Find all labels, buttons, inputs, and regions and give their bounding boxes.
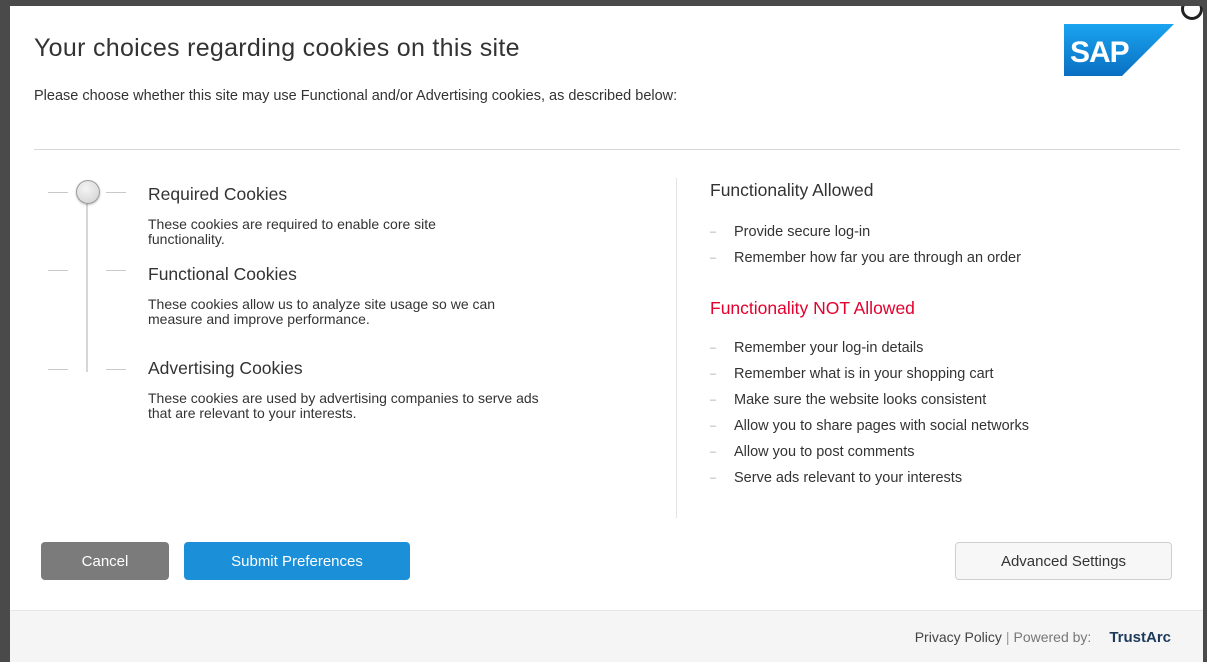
- not-allowed-list: Remember your log-in details Remember wh…: [710, 335, 1029, 491]
- cancel-button[interactable]: Cancel: [41, 542, 169, 580]
- powered-by-label: Powered by:: [1013, 629, 1092, 645]
- slider-tick: [106, 270, 126, 271]
- not-allowed-heading: Functionality NOT Allowed: [710, 298, 915, 318]
- level-title: Functional Cookies: [148, 264, 297, 284]
- list-item: Remember your log-in details: [710, 335, 1029, 361]
- list-item: Allow you to post comments: [710, 439, 1029, 465]
- level-description: These cookies are required to enable cor…: [148, 216, 436, 247]
- list-item: Serve ads relevant to your interests: [710, 465, 1029, 491]
- slider-tick: [106, 192, 126, 193]
- level-title: Advertising Cookies: [148, 358, 303, 378]
- cookie-preferences-dialog: Your choices regarding cookies on this s…: [10, 6, 1203, 662]
- slider-tick: [48, 270, 68, 271]
- slider-track[interactable]: [86, 196, 88, 372]
- level-description: These cookies are used by advertising co…: [148, 390, 539, 421]
- header-divider: [34, 149, 1180, 150]
- level-advertising[interactable]: Advertising Cookies These cookies are us…: [148, 358, 548, 421]
- sap-logo: SAP: [1064, 24, 1174, 76]
- allowed-heading: Functionality Allowed: [710, 180, 874, 200]
- advanced-settings-button[interactable]: Advanced Settings: [955, 542, 1172, 580]
- level-description: These cookies allow us to analyze site u…: [148, 296, 496, 327]
- list-item: Remember what is in your shopping cart: [710, 361, 1029, 387]
- logo-text: SAP: [1070, 36, 1129, 69]
- footer-separator: |: [1005, 629, 1010, 645]
- level-title: Required Cookies: [148, 184, 288, 204]
- footer: Privacy Policy | Powered by: TrustArc: [10, 610, 1203, 662]
- submit-preferences-button[interactable]: Submit Preferences: [184, 542, 410, 580]
- slider-tick: [48, 369, 68, 370]
- column-divider: [676, 178, 677, 518]
- not-allowed-section: Functionality NOT Allowed Remember your …: [710, 298, 1029, 491]
- level-functional[interactable]: Functional Cookies These cookies allow u…: [148, 264, 548, 327]
- list-item: Make sure the website looks consistent: [710, 387, 1029, 413]
- list-item: Allow you to share pages with social net…: [710, 413, 1029, 439]
- slider-tick: [48, 192, 68, 193]
- slider-handle[interactable]: [76, 180, 100, 204]
- dialog-title: Your choices regarding cookies on this s…: [34, 34, 520, 62]
- close-icon[interactable]: [1181, 6, 1203, 20]
- trustarc-logo[interactable]: TrustArc: [1109, 629, 1171, 646]
- allowed-list: Provide secure log-in Remember how far y…: [710, 219, 1021, 271]
- level-required[interactable]: Required Cookies These cookies are requi…: [148, 184, 548, 247]
- list-item: Remember how far you are through an orde…: [710, 245, 1021, 271]
- slider-tick: [106, 369, 126, 370]
- dialog-subtitle: Please choose whether this site may use …: [34, 88, 678, 104]
- list-item: Provide secure log-in: [710, 219, 1021, 245]
- allowed-section: Functionality Allowed Provide secure log…: [710, 180, 1021, 271]
- privacy-policy-link[interactable]: Privacy Policy: [915, 629, 1002, 645]
